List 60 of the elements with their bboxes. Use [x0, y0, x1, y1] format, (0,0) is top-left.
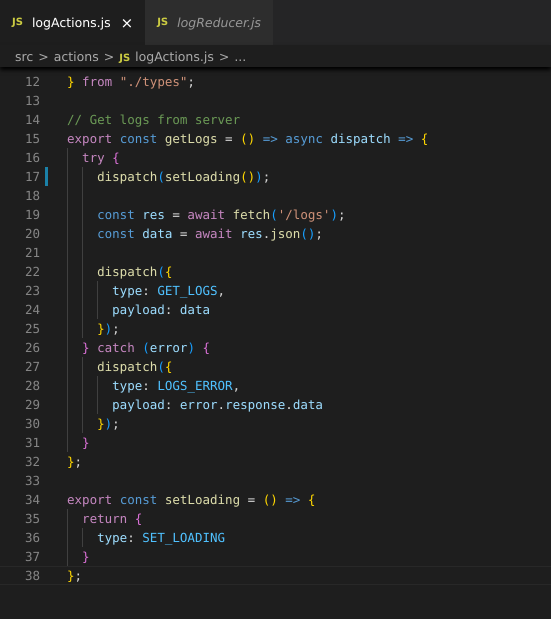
code-line: try {: [81, 150, 120, 165]
code-line: payload: data: [111, 302, 210, 317]
code-line: dispatch({: [96, 359, 172, 374]
editor-tab[interactable]: JS logReducer.js: [145, 0, 273, 45]
code-line: }: [81, 549, 90, 564]
breadcrumb-item[interactable]: ...: [234, 48, 246, 64]
code-line: const res = await fetch('/logs');: [96, 207, 346, 222]
code-line: dispatch({: [96, 264, 172, 279]
code-line: dispatch(setLoading());: [96, 169, 270, 184]
code-line: };: [67, 454, 82, 469]
code-line: payload: error.response.data: [111, 397, 323, 412]
line-number: 35: [24, 511, 40, 526]
line-number: 14: [24, 112, 40, 127]
line-number: 38: [24, 568, 40, 583]
code-line: });: [96, 416, 120, 431]
breadcrumb-separator: >: [218, 48, 230, 64]
code-line: };: [67, 568, 82, 583]
code-line: } catch (error) {: [81, 340, 210, 355]
line-number: 27: [24, 359, 40, 374]
code-line: type: SET_LOADING: [96, 530, 226, 545]
code-line: export const getLogs = () => async dispatch => {: [67, 131, 428, 146]
line-number: 22: [24, 264, 40, 279]
code-line: export const setLoading = () => {: [67, 492, 316, 507]
code-line: return {: [81, 511, 142, 526]
line-number: 17: [24, 169, 40, 184]
code-line: type: GET_LOGS,: [111, 283, 226, 298]
line-number: 37: [24, 549, 40, 564]
line-number: 24: [24, 302, 40, 317]
line-number: 28: [24, 378, 40, 393]
line-number: 30: [24, 416, 40, 431]
line-number: 31: [24, 435, 40, 450]
code-line: const data = await res.json();: [96, 226, 323, 241]
breadcrumb-separator: >: [104, 48, 114, 64]
line-number: 34: [24, 492, 40, 507]
breadcrumb-separator: >: [38, 48, 49, 64]
line-number: 26: [24, 340, 40, 355]
code-line: type: LOGS_ERROR,: [111, 378, 240, 393]
line-number: 18: [24, 188, 40, 203]
line-number: 21: [24, 245, 40, 260]
line-number: 12: [24, 74, 40, 89]
code-line: } from "./types";: [67, 74, 195, 89]
line-number: 32: [24, 454, 40, 469]
editor-tab[interactable]: JS logActions.js ×: [0, 0, 146, 45]
line-number: 15: [24, 131, 40, 146]
breadcrumb-item[interactable]: actions: [54, 48, 99, 64]
code-line: // Get logs from server: [67, 112, 240, 127]
code-line: }: [81, 435, 90, 450]
line-number: 16: [24, 150, 40, 165]
close-icon[interactable]: ×: [120, 14, 134, 32]
line-number: 19: [24, 207, 40, 222]
line-number: 23: [24, 283, 40, 298]
breadcrumb-item[interactable]: JS logActions.js: [119, 48, 214, 64]
line-number: 13: [24, 93, 40, 108]
line-number: 36: [24, 530, 40, 545]
line-number: 20: [24, 226, 40, 241]
line-number: 29: [24, 397, 40, 412]
line-number: 25: [24, 321, 40, 336]
breadcrumb-item[interactable]: src: [15, 48, 34, 64]
line-number: 33: [24, 473, 40, 488]
code-line: });: [96, 321, 120, 336]
